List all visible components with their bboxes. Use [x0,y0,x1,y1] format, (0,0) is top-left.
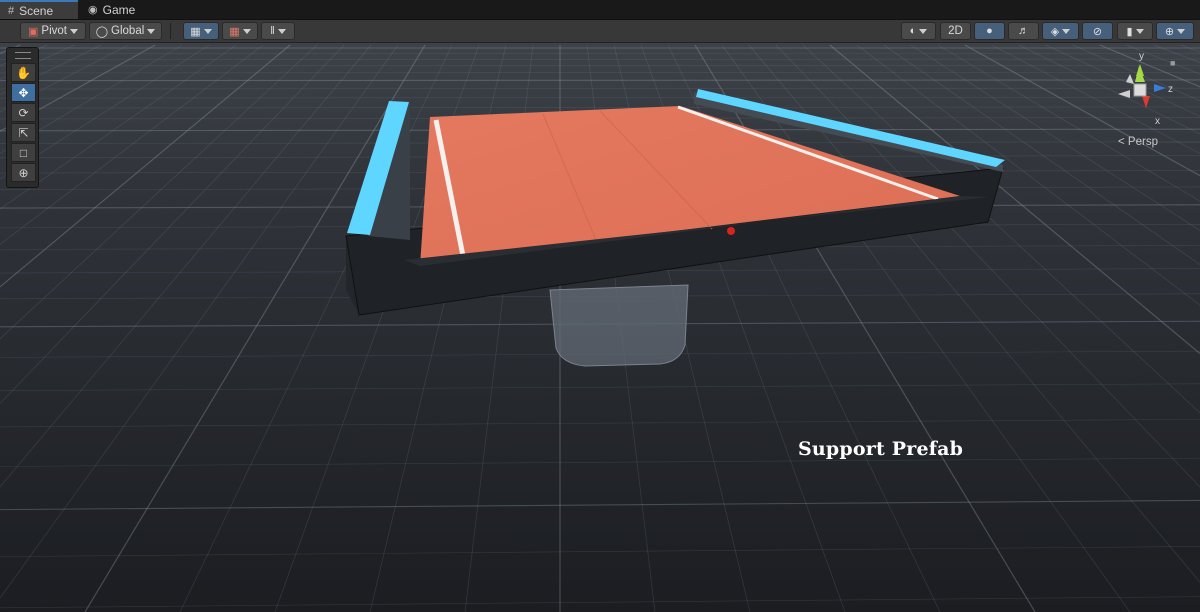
2d-label: 2D [948,25,963,37]
persp-arrow-icon: < [1118,136,1125,148]
gizmos-dropdown[interactable]: ⊕ [1156,22,1194,40]
tab-scene[interactable]: # Scene [0,0,78,19]
tab-scene-label: Scene [19,3,54,18]
transform-tool-button[interactable]: ⊕ [11,163,36,182]
scene-editor-window: # Scene ◉ Game ▣ Pivot ◯ Global ▦ ▦ ‖ ◐ … [0,0,1200,612]
eye-slash-icon: ⊘ [1092,25,1103,38]
lighting-toggle[interactable]: ● [974,22,1005,40]
global-label: Global [111,25,145,37]
pivot-dropdown[interactable]: ▣ Pivot [20,22,86,40]
scene-viewport[interactable] [0,43,1200,612]
gizmo-z-label: z [1168,84,1173,95]
global-dropdown[interactable]: ◯ Global [89,22,162,40]
support-pillar [549,284,689,367]
chevron-down-icon [203,28,212,34]
chevron-down-icon [242,28,251,34]
shading-sphere-icon: ◐ [909,25,917,37]
support-prefab-caption: Support Prefab [798,438,964,460]
rotate-icon: ⟳ [18,105,29,120]
gizmo-y-label: y [1139,51,1144,62]
draw-mode-dropdown[interactable]: ◐ [901,22,936,40]
chevron-down-icon [69,28,78,34]
scene-render [0,43,1200,612]
axis-x-cone [1142,96,1150,108]
hand-tool-button[interactable]: ✋ [11,63,36,82]
increment-snap-toggle[interactable]: ‖ [261,22,295,40]
rect-icon: □ [19,145,28,160]
rotate-tool-button[interactable]: ⟳ [11,103,36,122]
chevron-down-icon [147,28,156,34]
layers-icon: ◈ [1050,25,1060,38]
hand-icon: ✋ [16,65,31,80]
lightbulb-icon: ● [986,25,993,37]
pivot-icon: ▣ [28,25,39,38]
chevron-down-icon [1135,28,1144,34]
projection-toggle[interactable]: < Persp [1118,136,1158,148]
scene-visibility-toggle[interactable]: ⊘ [1082,22,1113,40]
rect-tool-button[interactable]: □ [11,143,36,162]
tab-game-label: Game [102,2,136,17]
red-marker [727,227,735,235]
camera-icon: ▮ [1126,25,1133,38]
chevron-down-icon [919,28,928,34]
grid-visibility-toggle[interactable]: ▦ [222,22,258,40]
gamepad-icon: ◉ [88,4,98,16]
orientation-gizmo[interactable]: y z x ■ [1108,50,1188,130]
chevron-down-icon [1177,28,1186,34]
axis-neg-z-cone [1126,74,1134,84]
globe-icon: ◯ [95,25,109,38]
axis-z-cone [1154,84,1166,92]
tool-palette: ✋ ✥ ⟳ ⇱ □ ⊕ [6,47,39,188]
chevron-down-icon [277,28,286,34]
2d-toggle[interactable]: 2D [940,22,971,40]
gizmo-center-cube [1133,83,1147,97]
chevron-down-icon [1062,28,1071,34]
scene-toolbar: ▣ Pivot ◯ Global ▦ ▦ ‖ ◐ 2D ● ♬ ◈ ⊘ ▮ ⊕ [0,20,1200,43]
gizmo-x-label: x [1155,116,1160,127]
grid-snap-icon: ▦ [190,25,201,38]
scale-icon: ⇱ [18,125,29,140]
increment-snap-icon: ‖ [270,25,275,37]
move-tool-button[interactable]: ✥ [11,83,36,102]
speaker-icon: ♬ [1018,25,1029,37]
pivot-label: Pivot [41,25,67,37]
lock-icon: ■ [1170,58,1175,68]
tab-game[interactable]: ◉ Game [80,0,150,19]
grid-snap-toggle[interactable]: ▦ [183,22,219,40]
audio-toggle[interactable]: ♬ [1008,22,1039,40]
transform-icon: ⊕ [18,165,29,180]
grid-visibility-icon: ▦ [229,25,240,38]
tab-bar: # Scene ◉ Game [0,0,1200,20]
gizmos-icon: ⊕ [1164,25,1175,38]
palette-grip[interactable] [15,52,31,59]
grid-icon: # [8,4,15,17]
projection-label: Persp [1127,136,1158,148]
camera-dropdown[interactable]: ▮ [1117,22,1153,40]
axis-neg-x-cone [1118,90,1130,98]
effects-dropdown[interactable]: ◈ [1042,22,1079,40]
move-icon: ✥ [18,85,29,100]
scale-tool-button[interactable]: ⇱ [11,123,36,142]
